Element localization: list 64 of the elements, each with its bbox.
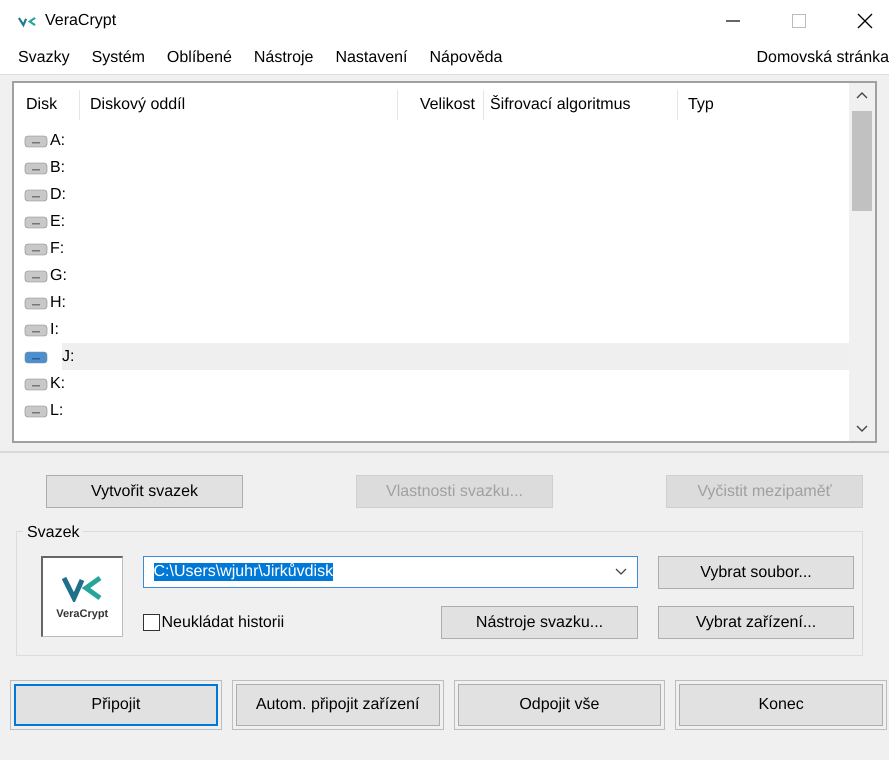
drive-letter: L: <box>50 402 64 420</box>
scroll-down-icon[interactable] <box>856 425 868 433</box>
drive-letter: G: <box>50 266 67 284</box>
menu-item[interactable]: Nastavení <box>335 49 408 67</box>
select-file-button[interactable]: Vybrat soubor... <box>658 556 854 589</box>
action-button[interactable]: Připojit <box>14 684 218 726</box>
home-link[interactable]: Domovská stránka <box>756 49 889 67</box>
logo-mark-icon <box>62 574 102 602</box>
drive-icon <box>24 188 48 202</box>
app-logo-icon <box>18 14 36 28</box>
drive-icon <box>24 242 48 256</box>
drive-icon <box>24 404 48 418</box>
column-header[interactable]: Šifrovací algoritmus <box>484 90 678 120</box>
drive-row[interactable]: E: <box>14 208 849 235</box>
scroll-up-icon[interactable] <box>856 91 868 99</box>
drive-icon <box>24 134 48 148</box>
logo-text: VeraCrypt <box>56 608 108 620</box>
action-button[interactable]: Konec <box>679 684 883 726</box>
drive-icon <box>24 376 48 390</box>
no-history-checkbox[interactable]: Neukládat historii <box>142 614 284 632</box>
menu-item[interactable]: Svazky <box>18 49 70 67</box>
dropdown-icon[interactable] <box>615 568 627 576</box>
action-button[interactable]: Autom. připojit zařízení <box>236 684 440 726</box>
drive-letter: H: <box>50 294 66 312</box>
drive-row[interactable]: H: <box>14 289 849 316</box>
drive-row[interactable]: L: <box>14 397 849 424</box>
menu-item[interactable]: Nástroje <box>254 49 314 67</box>
column-header[interactable]: Typ <box>678 90 849 120</box>
drive-letter: A: <box>50 132 66 150</box>
select-device-button[interactable]: Vybrat zařízení... <box>658 606 854 639</box>
drive-icon <box>24 322 48 336</box>
drive-row[interactable]: K: <box>14 370 849 397</box>
drive-letter: F: <box>50 240 64 258</box>
menu-item[interactable]: Oblíbené <box>166 49 232 67</box>
drive-letter: D: <box>50 186 66 204</box>
menu-item[interactable]: Systém <box>92 49 145 67</box>
drive-row[interactable]: F: <box>14 235 849 262</box>
drive-row[interactable]: G: <box>14 262 849 289</box>
column-header[interactable]: Velikost <box>398 90 484 120</box>
drive-icon <box>24 350 48 364</box>
window-title: VeraCrypt <box>45 12 116 30</box>
menu-item[interactable]: Nápověda <box>429 49 502 67</box>
drive-row[interactable]: A: <box>14 127 849 154</box>
drive-letter: J: <box>62 348 74 366</box>
drive-row[interactable]: D: <box>14 181 849 208</box>
column-header[interactable]: Disk <box>14 90 80 120</box>
drive-letter: K: <box>50 374 66 392</box>
drive-letter: E: <box>50 212 66 230</box>
scroll-thumb[interactable] <box>852 111 872 211</box>
drive-icon <box>24 214 48 228</box>
drive-row[interactable]: I: <box>14 316 849 343</box>
scrollbar[interactable] <box>849 83 875 441</box>
close-icon[interactable] <box>857 13 873 29</box>
drive-icon <box>24 160 48 174</box>
drive-letter: B: <box>50 158 66 176</box>
drive-icon <box>24 268 48 282</box>
drive-icon <box>24 296 48 310</box>
volume-path-combo[interactable]: C:\Users\wjuhr\Jirkůvdisk <box>142 556 638 588</box>
column-header[interactable]: Diskový oddíl <box>80 90 398 120</box>
drive-letter: I: <box>50 320 59 338</box>
volume-tools-button[interactable]: Nástroje svazku... <box>441 606 638 639</box>
action-button[interactable]: Odpojit vše <box>458 684 662 726</box>
action-button[interactable]: Vytvořit svazek <box>46 475 243 508</box>
drive-row[interactable]: B: <box>14 154 849 181</box>
